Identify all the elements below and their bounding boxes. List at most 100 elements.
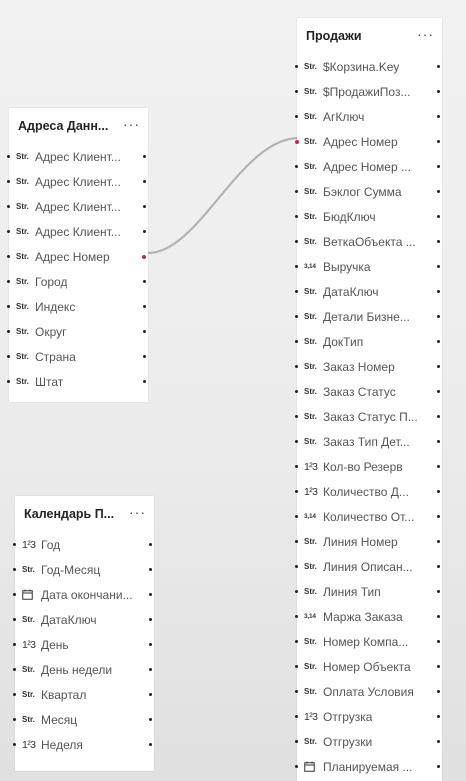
connector-dot[interactable]: [7, 180, 10, 183]
connector-dot[interactable]: [437, 415, 440, 418]
table-header[interactable]: Адреса Данн... ···: [9, 108, 148, 144]
connector-dot[interactable]: [437, 365, 440, 368]
connector-dot[interactable]: [295, 165, 298, 168]
connector-dot[interactable]: [7, 205, 10, 208]
connector-dot[interactable]: [13, 568, 16, 571]
connector-dot[interactable]: [143, 180, 146, 183]
more-options-icon[interactable]: ···: [417, 27, 434, 41]
connector-dot[interactable]: [149, 668, 152, 671]
field-row[interactable]: Планируемая ...: [295, 754, 442, 779]
table-card-addresses[interactable]: Адреса Данн... ··· Str. Адрес Клиент... St…: [7, 108, 148, 402]
field-row[interactable]: Str. Заказ Тип Дет...: [295, 429, 442, 454]
field-row[interactable]: Str. ДатаКлюч: [13, 607, 154, 632]
connector-dot[interactable]: [295, 590, 298, 593]
field-row[interactable]: 1²3 Год: [13, 532, 154, 557]
connector-dot[interactable]: [437, 590, 440, 593]
connector-dot[interactable]: [437, 490, 440, 493]
connector-dot[interactable]: [7, 380, 10, 383]
connector-dot[interactable]: [295, 540, 298, 543]
connector-dot[interactable]: [437, 765, 440, 768]
connector-dot[interactable]: [437, 115, 440, 118]
connector-dot[interactable]: [295, 265, 298, 268]
relationship-endpoint-dot[interactable]: [142, 254, 146, 259]
connector-dot[interactable]: [295, 340, 298, 343]
field-row[interactable]: Str. Отгрузки: [295, 729, 442, 754]
field-row[interactable]: Str. БюдКлюч: [295, 204, 442, 229]
field-row[interactable]: Str. ДокТип: [295, 329, 442, 354]
connector-dot[interactable]: [437, 615, 440, 618]
connector-dot[interactable]: [437, 90, 440, 93]
field-row[interactable]: Str. $ПродажиПоз...: [295, 79, 442, 104]
connector-dot[interactable]: [437, 640, 440, 643]
field-row[interactable]: Str. Заказ Номер: [295, 354, 442, 379]
connector-dot[interactable]: [7, 230, 10, 233]
connector-dot[interactable]: [295, 240, 298, 243]
connector-dot[interactable]: [149, 718, 152, 721]
connector-dot[interactable]: [7, 280, 10, 283]
field-row[interactable]: 1²3 Кол-во Резерв: [295, 454, 442, 479]
table-card-calendar[interactable]: Календарь П... ··· 1²3 Год Str. Год-Месяц Да…: [13, 496, 154, 771]
field-row[interactable]: Str. Адрес Клиент...: [7, 194, 148, 219]
field-row[interactable]: Str. Адрес Клиент...: [7, 169, 148, 194]
connector-dot[interactable]: [143, 355, 146, 358]
connector-dot[interactable]: [7, 330, 10, 333]
field-row[interactable]: Str. $Корзина.Key: [295, 54, 442, 79]
connector-dot[interactable]: [437, 190, 440, 193]
connector-dot[interactable]: [295, 565, 298, 568]
field-row[interactable]: Str. Штат: [7, 369, 148, 394]
table-header[interactable]: Продажи ···: [297, 18, 442, 54]
connector-dot[interactable]: [13, 543, 16, 546]
field-row[interactable]: Str. Адрес Клиент...: [7, 144, 148, 169]
connector-dot[interactable]: [13, 743, 16, 746]
connector-dot[interactable]: [295, 515, 298, 518]
connector-dot[interactable]: [437, 290, 440, 293]
connector-dot[interactable]: [437, 740, 440, 743]
connector-dot[interactable]: [295, 190, 298, 193]
connector-dot[interactable]: [295, 315, 298, 318]
connector-dot[interactable]: [149, 743, 152, 746]
connector-dot[interactable]: [295, 665, 298, 668]
field-row[interactable]: Str. Бэклог Сумма: [295, 179, 442, 204]
connector-dot[interactable]: [295, 690, 298, 693]
connector-dot[interactable]: [295, 615, 298, 618]
connector-dot[interactable]: [437, 540, 440, 543]
more-options-icon[interactable]: ···: [129, 505, 146, 519]
connector-dot[interactable]: [437, 565, 440, 568]
field-row[interactable]: Str. ВеткаОбъекта ...: [295, 229, 442, 254]
connector-dot[interactable]: [295, 365, 298, 368]
field-row[interactable]: Str. День недели: [13, 657, 154, 682]
connector-dot[interactable]: [143, 280, 146, 283]
connector-dot[interactable]: [295, 740, 298, 743]
connector-dot[interactable]: [437, 340, 440, 343]
field-row[interactable]: Str. Линия Описан...: [295, 554, 442, 579]
field-row[interactable]: 1²3 Количество Д...: [295, 479, 442, 504]
connector-dot[interactable]: [7, 255, 10, 258]
field-row[interactable]: 1²3 Отгрузка: [295, 704, 442, 729]
field-row[interactable]: Str. Адрес Номер: [7, 244, 148, 269]
connector-dot[interactable]: [437, 65, 440, 68]
connector-dot[interactable]: [437, 665, 440, 668]
field-row[interactable]: Str. Заказ Статус П...: [295, 404, 442, 429]
connector-dot[interactable]: [295, 115, 298, 118]
field-row[interactable]: Str. Страна: [7, 344, 148, 369]
connector-dot[interactable]: [437, 690, 440, 693]
connector-dot[interactable]: [437, 265, 440, 268]
field-row[interactable]: Str. Город: [7, 269, 148, 294]
connector-dot[interactable]: [13, 618, 16, 621]
field-row[interactable]: Str. Месяц: [13, 707, 154, 732]
connector-dot[interactable]: [295, 490, 298, 493]
field-row[interactable]: Str. Линия Номер: [295, 529, 442, 554]
table-card-sales[interactable]: Продажи ··· Str. $Корзина.Key Str. $Продажи…: [295, 18, 442, 781]
connector-dot[interactable]: [143, 230, 146, 233]
connector-dot[interactable]: [295, 465, 298, 468]
connector-dot[interactable]: [149, 618, 152, 621]
connector-dot[interactable]: [143, 380, 146, 383]
connector-dot[interactable]: [7, 355, 10, 358]
field-row[interactable]: Дата окончани...: [13, 582, 154, 607]
field-row[interactable]: Str. Номер Компа...: [295, 629, 442, 654]
connector-dot[interactable]: [143, 205, 146, 208]
connector-dot[interactable]: [437, 465, 440, 468]
connector-dot[interactable]: [143, 330, 146, 333]
field-row[interactable]: Str. Адрес Номер: [295, 129, 442, 154]
field-row[interactable]: 1²3 Неделя: [13, 732, 154, 757]
